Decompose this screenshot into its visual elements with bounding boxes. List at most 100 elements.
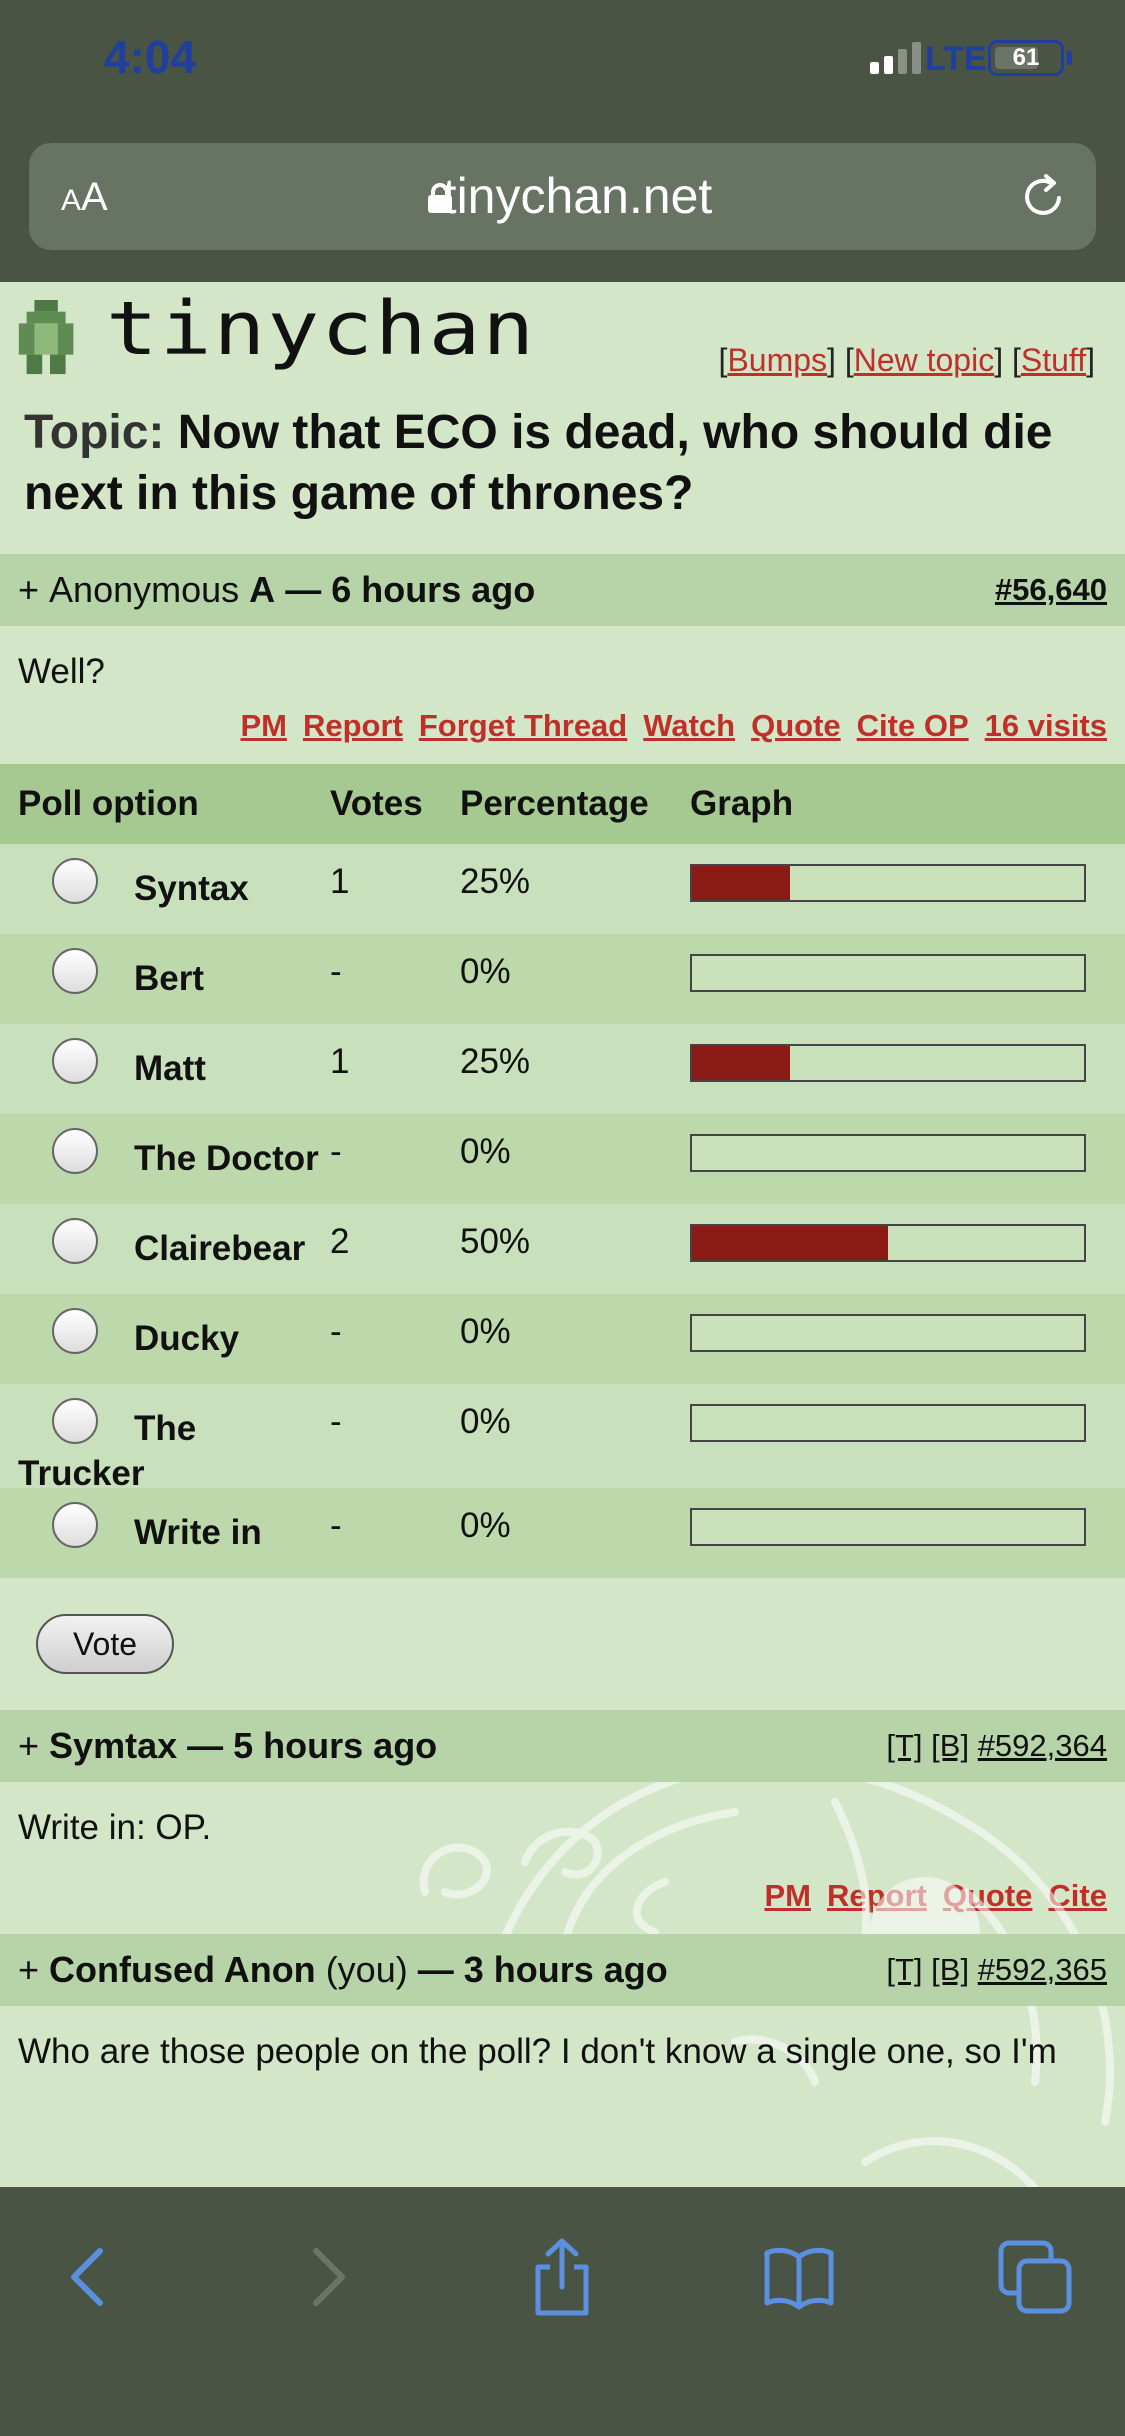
- vote-button[interactable]: Vote: [36, 1614, 174, 1674]
- forward-icon[interactable]: [286, 2237, 366, 2317]
- poll-row: Clairebear 2 50%: [0, 1204, 1125, 1294]
- share-icon[interactable]: [522, 2237, 602, 2317]
- reply-author: Symtax: [49, 1725, 178, 1766]
- post-id-link[interactable]: #56,640: [995, 572, 1107, 607]
- poll-option-name: The Doctor: [134, 1139, 319, 1179]
- poll-option-radio[interactable]: [52, 1398, 98, 1444]
- reply-author: Confused Anon: [49, 1949, 316, 1990]
- visits-link[interactable]: 16 visits: [985, 708, 1107, 744]
- forget-thread-link[interactable]: Forget Thread: [419, 708, 627, 744]
- battery-icon: 61: [988, 40, 1064, 76]
- browser-toolbar: [0, 2187, 1125, 2436]
- poll-option-radio[interactable]: [52, 1038, 98, 1084]
- poll-option-radio[interactable]: [52, 948, 98, 994]
- status-bar: 4:04 LTE 61: [0, 0, 1125, 130]
- reply-header: + Symtax — 5 hours ago [T] [B] #592,364: [0, 1710, 1125, 1782]
- poll-header-percentage: Percentage: [460, 764, 690, 844]
- poll-header-graph: Graph: [690, 764, 1125, 844]
- poll-bar-fill: [692, 1226, 888, 1260]
- poll-option-graph: [690, 1204, 1125, 1294]
- reply-header: + Confused Anon (you) — 3 hours ago [T] …: [0, 1934, 1125, 2006]
- poll-row: Write in -0%: [0, 1488, 1125, 1578]
- expand-toggle[interactable]: +: [18, 1949, 39, 1991]
- cellular-signal-icon: [870, 42, 921, 74]
- site-logo[interactable]: tinychan: [106, 286, 536, 372]
- poll-bar: [690, 1314, 1086, 1352]
- bookmarks-icon[interactable]: [759, 2237, 839, 2317]
- you-tag: (you): [325, 1949, 408, 1990]
- poll-option-name: Syntax: [134, 869, 249, 909]
- topic-link[interactable]: [T]: [886, 1728, 922, 1763]
- address-bar[interactable]: AA tinychan.net: [29, 143, 1096, 250]
- poll-option-votes: -: [330, 1294, 460, 1384]
- new-topic-link[interactable]: New topic: [854, 342, 995, 378]
- poll-option-percentage: 0%: [460, 1114, 690, 1204]
- poll-option-votes: -: [330, 1114, 460, 1204]
- quote-link[interactable]: Quote: [751, 708, 841, 744]
- topic-title: Now that ECO is dead, who should die nex…: [24, 406, 1053, 520]
- watch-link[interactable]: Watch: [643, 708, 735, 744]
- poll-bar: [690, 954, 1086, 992]
- post-time: — 6 hours ago: [285, 569, 536, 610]
- page-content: tinychan [Bumps] [New topic] [Stuff] Top…: [0, 282, 1125, 2187]
- poll-table: Poll option Votes Percentage Graph Synta…: [0, 764, 1125, 1578]
- poll-option-radio[interactable]: [52, 1128, 98, 1174]
- reload-icon[interactable]: [1019, 171, 1069, 221]
- pm-link[interactable]: PM: [240, 708, 287, 744]
- tabs-icon[interactable]: [995, 2237, 1075, 2317]
- expand-toggle[interactable]: +: [18, 1725, 39, 1767]
- network-type: LTE: [925, 40, 987, 78]
- topic-link[interactable]: [T]: [886, 1952, 922, 1987]
- reply-id-link[interactable]: #592,365: [978, 1952, 1107, 1987]
- poll-option-graph: [690, 1114, 1125, 1204]
- reply-id-link[interactable]: #592,364: [978, 1728, 1107, 1763]
- poll-option-cell: Clairebear: [0, 1204, 330, 1294]
- poll-option-percentage: 25%: [460, 844, 690, 934]
- poll-option-name: Write in: [134, 1513, 262, 1553]
- tinychan-logo-icon[interactable]: [18, 300, 82, 378]
- poll-option-name: Clairebear: [134, 1229, 306, 1269]
- reply-body: Who are those people on the poll? I don'…: [18, 2032, 1057, 2071]
- poll-option-percentage: 0%: [460, 1488, 690, 1578]
- status-time: 4:04: [104, 31, 197, 83]
- poll-option-name: Matt: [134, 1049, 206, 1089]
- poll-option-percentage: 25%: [460, 1024, 690, 1114]
- poll-option-radio[interactable]: [52, 858, 98, 904]
- stuff-link[interactable]: Stuff: [1021, 342, 1086, 378]
- reply-time: — 3 hours ago: [417, 1949, 668, 1990]
- post-author: Anonymous: [49, 569, 240, 610]
- poll-row: Ducky -0%: [0, 1294, 1125, 1384]
- poll-option-votes: -: [330, 1384, 460, 1488]
- poll-option-radio[interactable]: [52, 1502, 98, 1548]
- poll-option-votes: 1: [330, 844, 460, 934]
- bump-link[interactable]: [B]: [931, 1728, 969, 1763]
- bumps-link[interactable]: Bumps: [727, 342, 827, 378]
- poll-option-name: Ducky: [134, 1319, 240, 1359]
- poll-bar: [690, 1224, 1086, 1262]
- reply-body: Write in: OP.: [18, 1808, 212, 1847]
- poll-row: Syntax 1 25%: [0, 844, 1125, 934]
- poll-bar: [690, 864, 1086, 902]
- poll-option-radio[interactable]: [52, 1308, 98, 1354]
- poll-option-graph: [690, 844, 1125, 934]
- back-icon[interactable]: [50, 2237, 130, 2317]
- poll-row: Matt 1 25%: [0, 1024, 1125, 1114]
- poll-option-cell: Bert: [0, 934, 330, 1024]
- poll-row: The Doctor -0%: [0, 1114, 1125, 1204]
- poll-bar: [690, 1044, 1086, 1082]
- poll-option-votes: 2: [330, 1204, 460, 1294]
- cite-op-link[interactable]: Cite OP: [857, 708, 969, 744]
- poll-option-radio[interactable]: [52, 1218, 98, 1264]
- bump-link[interactable]: [B]: [931, 1952, 969, 1987]
- expand-toggle[interactable]: +: [18, 569, 39, 611]
- poll-option-cell: Write in: [0, 1488, 330, 1578]
- poll-header-option: Poll option: [0, 764, 330, 844]
- poll-bar: [690, 1404, 1086, 1442]
- poll-option-votes: 1: [330, 1024, 460, 1114]
- poll-bar: [690, 1508, 1086, 1546]
- report-link[interactable]: Report: [303, 708, 403, 744]
- poll-option-graph: [690, 1024, 1125, 1114]
- poll-bar-fill: [692, 866, 790, 900]
- post-body: Well?: [18, 652, 105, 691]
- url-text[interactable]: tinychan.net: [29, 167, 1096, 225]
